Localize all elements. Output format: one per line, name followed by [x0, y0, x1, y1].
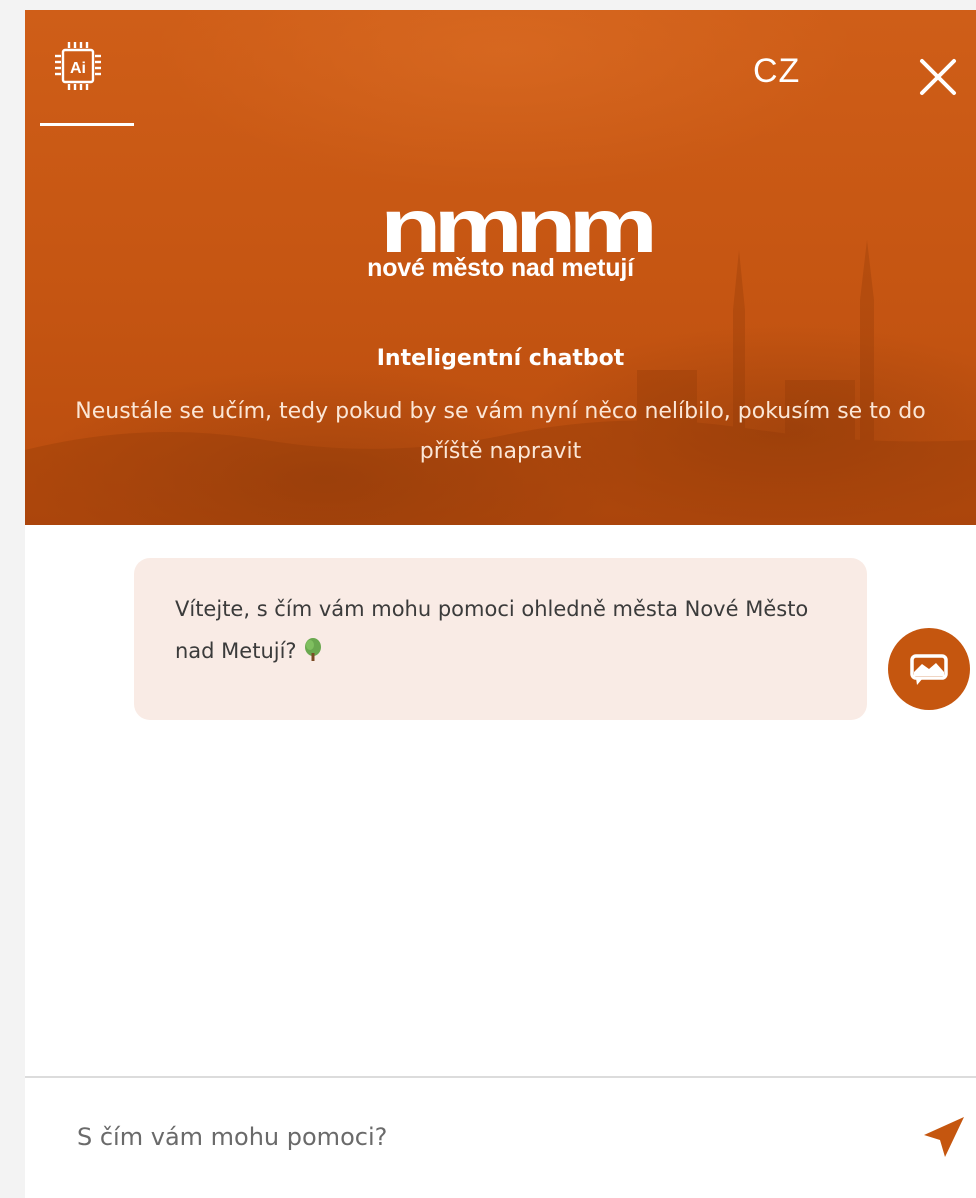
chat-header: Ai CZ nmnm nové město nad metují Intelig…	[25, 10, 976, 525]
chatbot-title: Inteligentní chatbot	[376, 346, 625, 371]
close-icon[interactable]	[918, 57, 958, 97]
logo-mark-text: nmnm	[380, 200, 652, 256]
chatbot-icon	[910, 654, 948, 685]
ai-badge-text: Ai	[70, 60, 86, 77]
bot-message-text: Vítejte, s čím vám mohu pomoci ohledně m…	[175, 597, 809, 663]
city-logo: nmnm	[380, 200, 653, 256]
bot-message: Vítejte, s čím vám mohu pomoci ohledně m…	[175, 588, 835, 672]
send-icon[interactable]	[920, 1115, 966, 1161]
tree-icon	[304, 638, 321, 661]
ai-chip-icon[interactable]: Ai	[53, 38, 103, 94]
logo-text: nové město nad metují	[367, 254, 634, 282]
language-toggle[interactable]: CZ	[753, 52, 800, 91]
chatbot-subtitle: Neustále se učím, tedy pokud by se vám n…	[75, 399, 926, 464]
message-input[interactable]	[67, 1112, 887, 1162]
input-divider	[25, 1076, 976, 1078]
bot-message-bubble: Vítejte, s čím vám mohu pomoci ohledně m…	[134, 558, 867, 720]
bot-avatar	[888, 628, 970, 710]
active-tab-indicator	[40, 123, 134, 126]
chatbot-widget: Ai CZ nmnm nové město nad metují Intelig…	[25, 10, 976, 1198]
